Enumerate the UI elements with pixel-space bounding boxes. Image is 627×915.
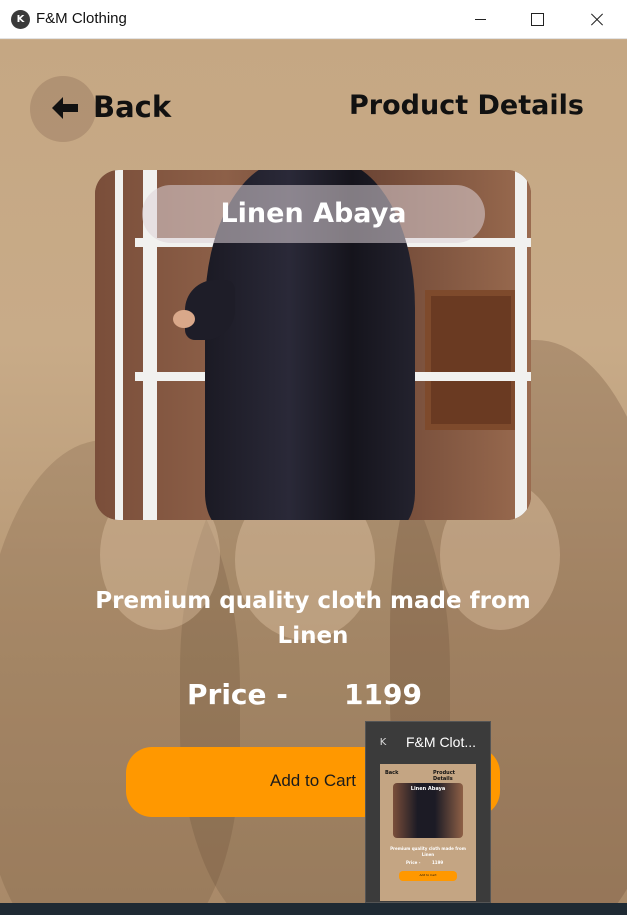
thumb-price-label: Price - — [406, 860, 421, 865]
kivy-logo-icon: K — [11, 10, 30, 29]
product-image: Linen Abaya — [95, 170, 531, 520]
thumb-add-to-cart-label: Add to Cart — [419, 873, 437, 877]
thumb-page-title: Product Details — [433, 770, 456, 782]
kivy-logo-icon: K — [379, 737, 387, 748]
thumb-back-label: Back — [385, 770, 399, 776]
back-label[interactable]: Back — [93, 90, 171, 124]
window-titlebar: K F&M Clothing — [0, 0, 627, 39]
window-title: F&M Clothing — [36, 10, 127, 27]
price-label: Price - — [187, 678, 288, 711]
close-button[interactable] — [566, 0, 626, 39]
thumb-product-image: Linen Abaya — [393, 783, 463, 838]
thumb-add-to-cart-button: Add to Cart — [399, 871, 457, 881]
taskbar-window-preview[interactable]: K F&M Clot... Back Product Details Linen… — [365, 721, 491, 903]
price-value: 1199 — [344, 678, 422, 711]
taskbar — [0, 903, 627, 915]
product-description: Premium quality cloth made from Linen — [95, 588, 531, 649]
maximize-button[interactable] — [507, 0, 567, 39]
thumb-price-value: 1199 — [432, 860, 444, 865]
preview-thumbnail[interactable]: Back Product Details Linen Abaya Premium… — [380, 764, 476, 901]
page-title: Product Details — [349, 90, 584, 121]
product-details-screen: Back Product Details Linen Abaya Premium… — [0, 40, 627, 903]
minimize-button[interactable] — [452, 0, 512, 39]
arrow-left-icon[interactable] — [52, 97, 78, 119]
product-name: Linen Abaya — [220, 198, 407, 229]
thumb-product-name: Linen Abaya — [410, 786, 446, 792]
thumb-description: Premium quality cloth made from Linen — [390, 846, 466, 857]
product-name-badge: Linen Abaya — [142, 185, 485, 243]
preview-title: F&M Clot... — [406, 734, 477, 750]
